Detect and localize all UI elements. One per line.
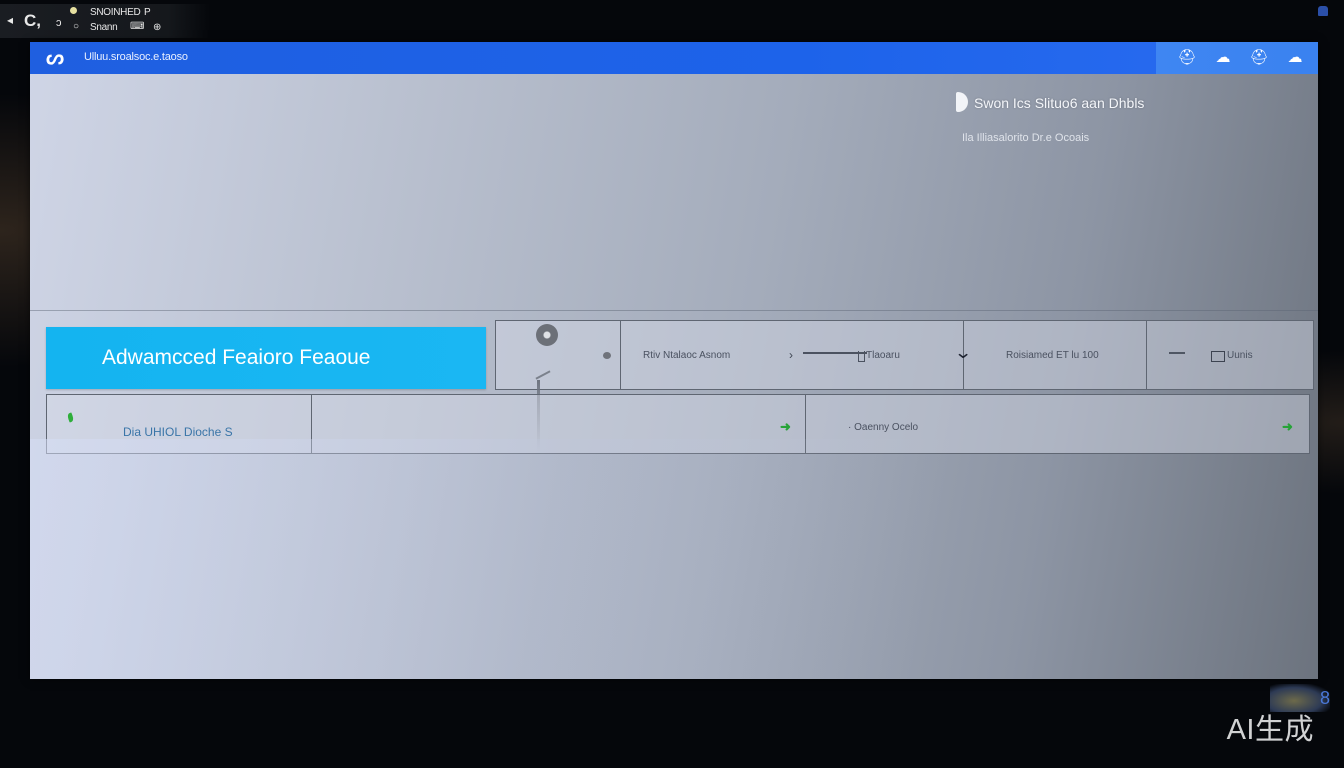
app-window: ᔕ Ulluu.sroalsoc.e.taoso ⛑ ☁ ⛑ ☁ Swon Ic… [30,42,1318,679]
list-item-left-label: Dia UHIOL Dioche S [123,425,233,439]
screen: ◂ C, ↄ ○ SNOINHED P Snann ⌨ ⊕ ᔕ Ulluu.sr… [0,0,1344,768]
title-bar: ᔕ Ulluu.sroalsoc.e.taoso ⛑ ☁ ⛑ ☁ [30,42,1318,74]
globe-icon: ⊕ [153,22,162,33]
indicator-dot-icon [603,352,611,359]
section-divider [30,310,1318,311]
chevron-down-icon[interactable]: ⌄ [954,343,973,363]
info-title: Swon Ics Slituo6 aan Dhbls [956,92,1144,112]
slider-cell[interactable]: Rtiv Ntalaoc Asnom › Tlaoaru [620,320,964,390]
user-icon[interactable]: ⛑ [1176,47,1198,69]
app-logo-icon[interactable]: ᔕ [44,47,66,69]
card-icon [1211,351,1225,362]
slider-thumb[interactable] [858,351,865,362]
slider-right-label: Tlaoaru [866,350,900,361]
os-status-strip: ◂ C, ↄ ○ SNOINHED P Snann ⌨ ⊕ [0,4,210,38]
back-icon[interactable]: ◂ [7,13,13,27]
go-arrow-icon[interactable]: ➜ [1282,419,1293,435]
os-status-line-1: SNOINHED [90,7,141,18]
os-status-line-2: Snann [90,22,118,33]
os-glyph-b-icon: ○ [73,21,80,32]
list-item-left[interactable]: Dia UHIOL Dioche S [46,394,312,454]
dropdown-cell[interactable]: ⌄ Roisiamed ET lu 100 [954,320,1147,390]
list-item-middle[interactable]: ➜ [311,394,806,454]
units-label: Uunis [1227,350,1253,361]
units-cell[interactable]: Uunis [1146,320,1314,390]
message-icon[interactable]: ☁ [1284,47,1306,69]
control-cell[interactable] [495,320,621,390]
os-status-line-1-icon: P [144,7,151,18]
info-subtitle: Ila Illiasalorito Dr.e Ocoais [962,132,1090,144]
toolbar: ⛑ ☁ ⛑ ☁ [1156,42,1318,74]
profile-icon[interactable]: ⛑ [1248,47,1270,69]
advanced-feature-button[interactable]: Adwamcced Feaioro Feaoue [46,327,486,389]
slider-arrow-icon: › [789,348,793,362]
minus-icon[interactable] [1169,352,1185,354]
window-title: Ulluu.sroalsoc.e.taoso [84,51,188,63]
notification-icon[interactable] [1318,6,1328,16]
go-arrow-icon[interactable]: ➜ [780,419,791,435]
dial-knob-icon[interactable] [536,324,558,346]
list-item-right-label: · Oaenny Ocelo [848,422,919,433]
status-light-icon [70,7,77,14]
keyboard-icon: ⌨ [130,21,145,32]
watermark-label: AI生成 [1226,714,1314,746]
reload-icon[interactable]: C, [24,11,41,31]
list-item-right[interactable]: · Oaenny Ocelo ➜ [805,394,1310,454]
dropdown-value: Roisiamed ET lu 100 [1006,350,1099,361]
chat-icon[interactable]: ☁ [1212,47,1234,69]
info-logo-icon [956,92,968,112]
os-glyph-a-icon: ↄ [56,17,62,29]
info-title-text: Swon Ics Slituo6 aan Dhbls [974,95,1145,111]
leaf-icon [66,412,75,423]
slider-left-label: Rtiv Ntalaoc Asnom [643,350,731,361]
